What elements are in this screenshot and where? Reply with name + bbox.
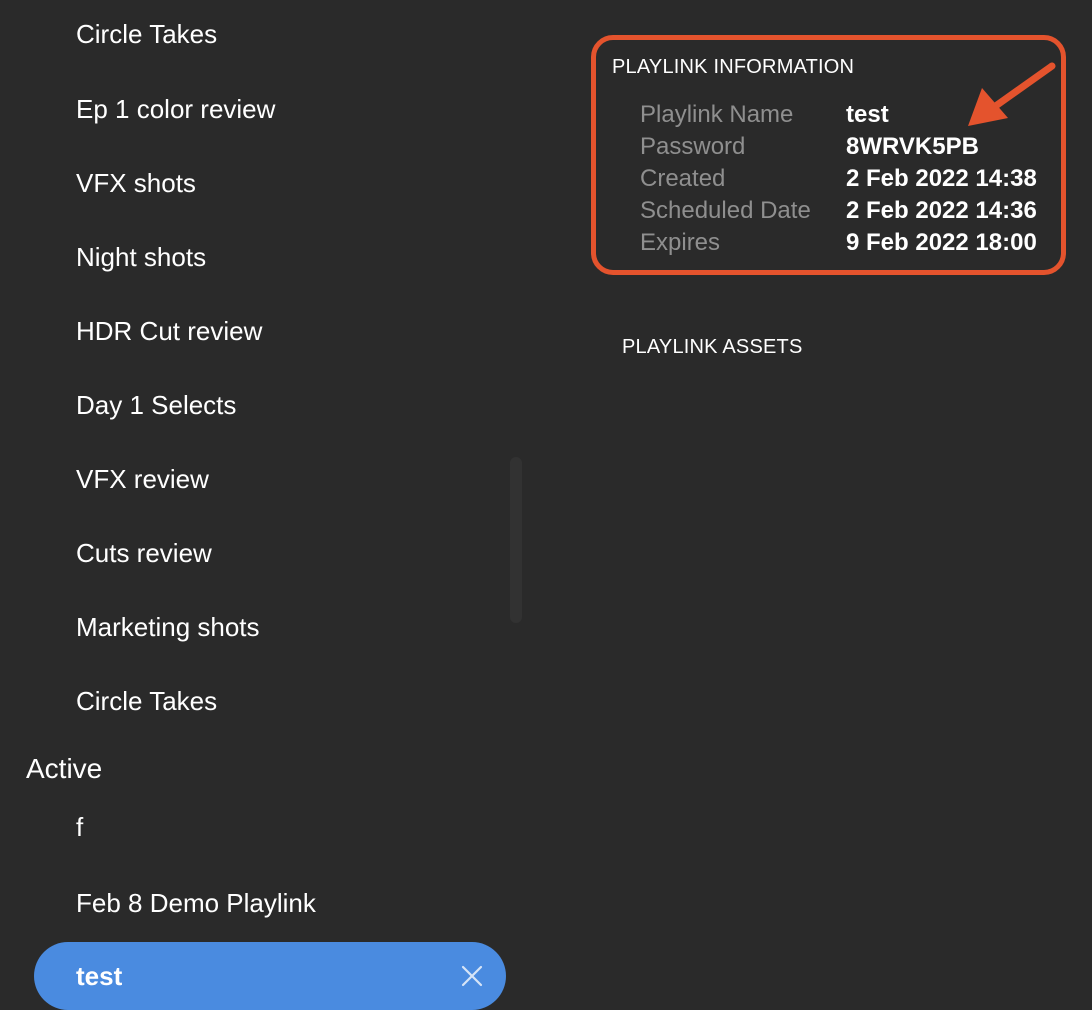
arrow-icon (968, 62, 1056, 126)
close-icon[interactable] (460, 964, 484, 988)
playlink-assets-title: PLAYLINK ASSETS (622, 336, 803, 358)
playlink-information-title: PLAYLINK INFORMATION (612, 56, 855, 78)
sidebar-item-ep1-color-review[interactable]: Ep 1 color review (76, 93, 275, 125)
sidebar-item-vfx-shots[interactable]: VFX shots (76, 167, 196, 199)
playlink-name-label: Playlink Name (640, 101, 794, 128)
active-section-heading: Active (26, 753, 103, 784)
sidebar-item-night-shots[interactable]: Night shots (76, 241, 206, 273)
sidebar-item-circle-takes[interactable]: Circle Takes (76, 685, 217, 717)
sidebar-scrollbar[interactable] (510, 457, 522, 623)
password-value: 8WRVK5PB (846, 133, 979, 160)
selected-item-label: test (76, 961, 123, 991)
sidebar-item-circle-takes-top[interactable]: Circle Takes (76, 18, 217, 50)
sidebar-item-selected[interactable]: test (34, 942, 506, 1010)
sidebar-item-hdr-cut-review[interactable]: HDR Cut review (76, 315, 262, 347)
sidebar-item-day1-selects[interactable]: Day 1 Selects (76, 389, 236, 421)
created-value: 2 Feb 2022 14:38 (846, 165, 1037, 192)
scheduled-date-value: 2 Feb 2022 14:36 (846, 197, 1037, 224)
scheduled-date-label: Scheduled Date (640, 197, 811, 224)
sidebar-item-f[interactable]: f (76, 811, 83, 843)
sidebar-item-vfx-review[interactable]: VFX review (76, 463, 209, 495)
sidebar-item-feb8-demo-playlink[interactable]: Feb 8 Demo Playlink (76, 887, 316, 919)
sidebar-item-cuts-review[interactable]: Cuts review (76, 537, 212, 569)
expires-label: Expires (640, 229, 721, 256)
sidebar: Circle Takes Ep 1 color review VFX shots… (0, 0, 530, 1010)
expires-value: 9 Feb 2022 18:00 (846, 229, 1037, 256)
playlink-name-value: test (846, 101, 889, 128)
password-label: Password (640, 133, 746, 160)
created-label: Created (640, 165, 726, 192)
sidebar-item-marketing-shots[interactable]: Marketing shots (76, 611, 260, 643)
